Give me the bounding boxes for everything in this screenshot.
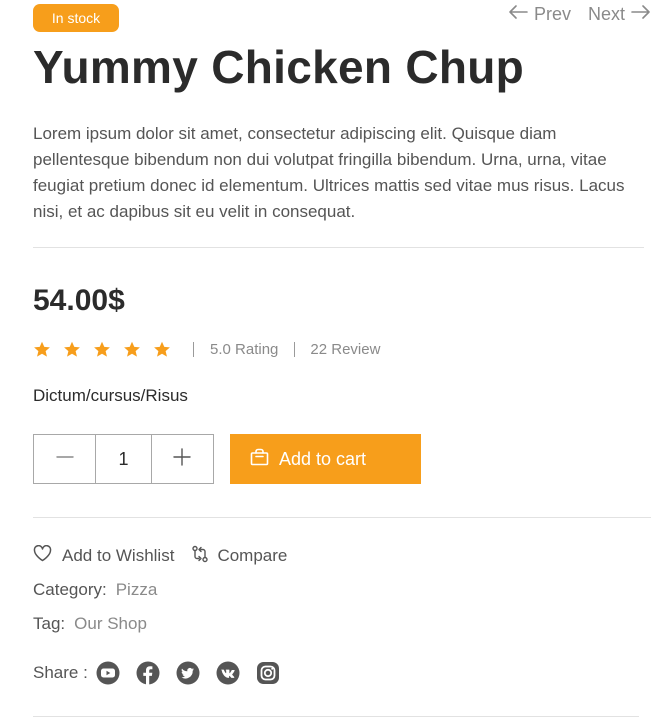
decrease-button[interactable] [34,435,95,483]
prev-link[interactable]: Prev [508,4,571,25]
add-to-cart-label: Add to cart [279,448,367,469]
tag-link[interactable]: Our Shop [74,614,147,634]
tag-label: Tag: [33,614,66,633]
share-label: Share : [33,663,88,682]
rating-text: 5.0 Rating [210,340,279,358]
star-icon [123,341,147,358]
plus-icon [173,447,192,471]
rating-row: 5.0 Rating 22 Review [33,338,380,360]
star-icon [33,341,57,358]
quantity-stepper: 1 [33,434,214,484]
divider [33,247,644,248]
minus-icon [55,448,74,471]
divider [33,716,639,717]
product-actions: Add to Wishlist Compare [33,544,287,568]
quantity-value[interactable]: 1 [95,435,152,483]
compare-icon [191,545,217,568]
next-link[interactable]: Next [588,4,651,25]
compare-label: Compare [217,546,288,565]
arrow-right-icon [625,4,651,25]
product-price: 54.00$ [33,284,125,317]
heart-icon [33,544,62,567]
next-label: Next [587,3,625,24]
stock-badge: In stock [33,4,119,32]
product-variant: Dictum/cursus/Risus [33,386,188,405]
share-row: Share : [33,660,296,686]
arrow-left-icon [508,4,534,25]
vk-icon[interactable] [216,661,240,685]
tag-row: Tag: Our Shop [33,614,147,634]
increase-button[interactable] [152,435,213,483]
compare-button[interactable]: Compare [191,545,287,568]
category-row: Category: Pizza [33,580,157,600]
star-icon [63,341,87,358]
prev-label: Prev [533,3,571,24]
add-to-cart-button[interactable]: Add to cart [230,434,421,484]
add-to-wishlist-button[interactable]: Add to Wishlist [33,544,175,567]
twitter-icon[interactable] [176,661,200,685]
star-rating [33,341,183,358]
star-icon [93,341,117,358]
youtube-icon[interactable] [96,661,120,685]
wishlist-label: Add to Wishlist [62,546,175,565]
instagram-icon[interactable] [256,661,280,685]
star-icon [153,341,177,358]
review-count[interactable]: 22 Review [310,341,380,358]
product-description: Lorem ipsum dolor sit amet, consectetur … [33,124,625,221]
category-link[interactable]: Pizza [116,580,158,600]
product-nav: Prev Next [508,4,651,24]
divider [33,517,651,518]
category-label: Category: [33,580,107,599]
shopping-bag-icon [250,448,279,471]
separator [193,341,194,357]
facebook-icon[interactable] [136,661,160,685]
separator [294,341,296,357]
product-title: Yummy Chicken Chup [33,41,525,93]
